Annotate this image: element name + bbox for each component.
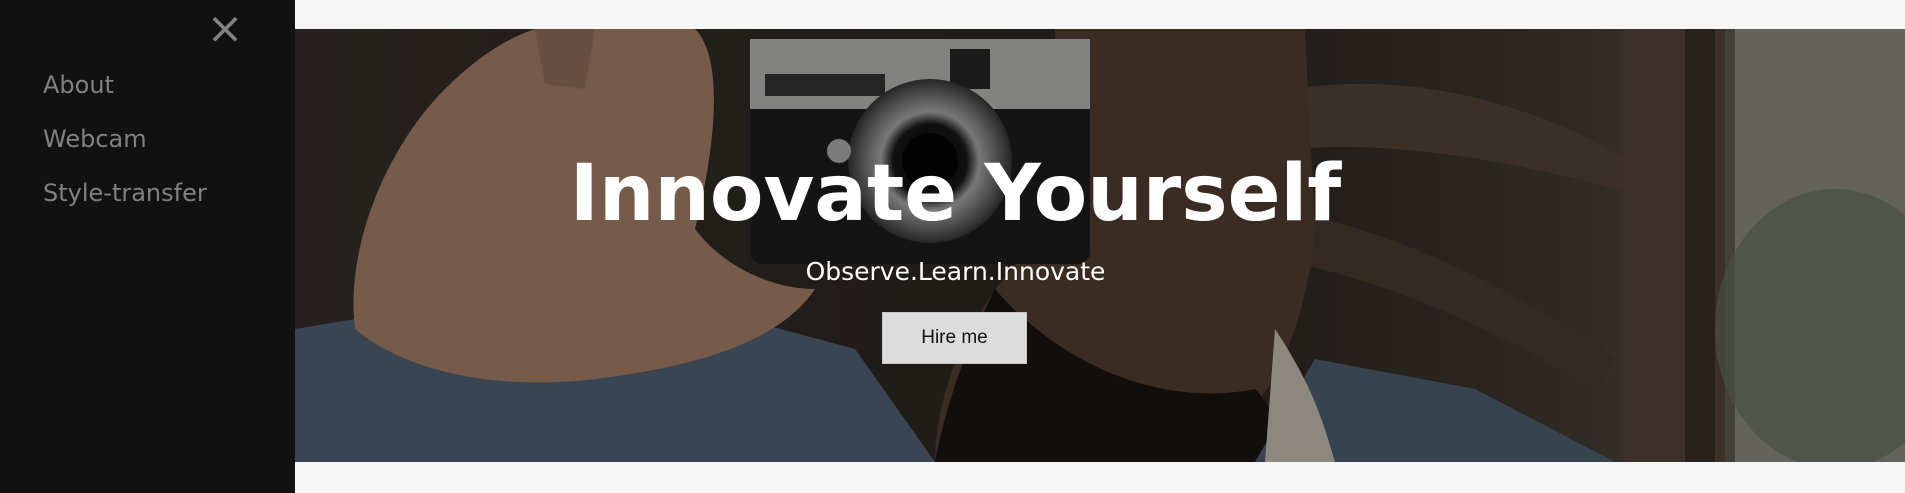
- hero-subtitle: Observe.Learn.Innovate: [805, 257, 1106, 286]
- hire-me-button[interactable]: Hire me: [882, 312, 1027, 364]
- hero-overlay: [295, 29, 1905, 462]
- hero-title: Innovate Yourself: [569, 149, 1342, 239]
- hero-banner: Innovate Yourself Observe.Learn.Innovate…: [295, 29, 1905, 462]
- close-icon[interactable]: ×: [205, 7, 245, 51]
- side-navigation: × About Webcam Style-transfer: [0, 0, 295, 493]
- nav-link-style-transfer[interactable]: Style-transfer: [43, 178, 207, 208]
- nav-link-webcam[interactable]: Webcam: [43, 124, 147, 154]
- nav-link-about[interactable]: About: [43, 70, 114, 100]
